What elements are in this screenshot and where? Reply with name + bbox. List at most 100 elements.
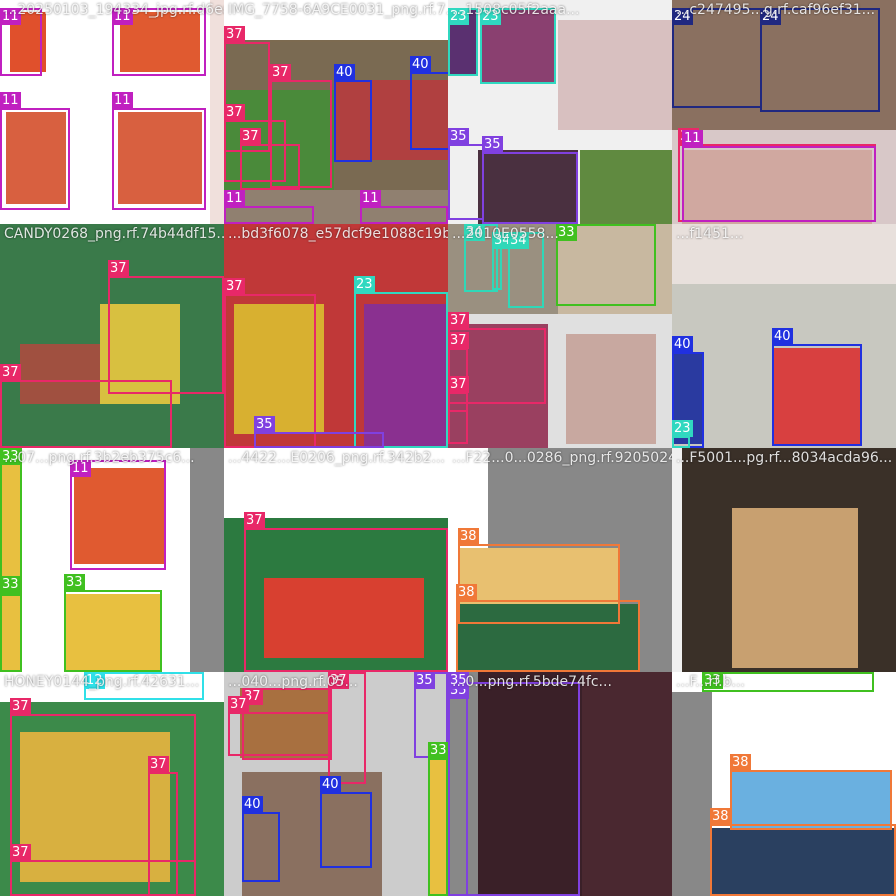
image-tile-t13: 40 40 23 ...f1451... — [672, 224, 896, 448]
class-label: 37 — [224, 104, 245, 121]
bbox-class-11: 11 — [112, 8, 206, 76]
class-label: 37 — [0, 364, 21, 381]
class-label: 37 — [10, 844, 31, 861]
class-label: 40 — [242, 796, 263, 813]
photo-region — [672, 448, 682, 672]
image-tile-t01: 37 37 37 37 40 40 11 11 IMG_7758-6A9CE0031_png.r… — [224, 0, 448, 224]
class-label: 37 — [270, 64, 291, 81]
tile-filename: IMG_7758-6A9CE0031_png.rf.7... — [228, 2, 448, 18]
photo-region — [566, 334, 656, 444]
bbox-class-38: 38 — [730, 754, 892, 830]
class-label: 37 — [448, 312, 469, 329]
class-label: 23 — [672, 420, 693, 437]
tile-filename: ...4422...E0206_png.rf.342b2... — [228, 450, 445, 466]
bbox-class-33: 33 — [0, 576, 22, 672]
class-label: 35 — [448, 128, 469, 145]
image-tile-t10: 37 37 CANDY0268_png.rf.74b44df15... — [0, 224, 224, 448]
photo-region — [210, 0, 224, 224]
photo-region — [558, 20, 672, 130]
tile-filename: ...bd3f6078_e57dcf9e1088c19b9... — [228, 226, 448, 242]
class-label: 37 — [244, 512, 265, 529]
photo-region — [190, 448, 224, 672]
bbox-class-24: 24 — [760, 8, 880, 112]
bbox-class-33: 33 — [0, 448, 22, 596]
bbox-class-34: 34 — [508, 232, 544, 308]
bbox-class-38: 38 — [710, 808, 896, 896]
class-label: 35 — [254, 416, 275, 433]
photo-region — [732, 508, 858, 668]
class-label: 37 — [108, 260, 129, 277]
class-label: 35 — [482, 136, 503, 153]
bbox-class-11: 11 — [360, 190, 448, 224]
bbox-class-40: 40 — [334, 64, 372, 162]
bbox-class-33: 33 — [556, 224, 656, 306]
class-label: 33 — [556, 224, 577, 241]
bbox-class-11: 11 — [682, 130, 876, 222]
image-tile-t21: 37 ...4422...E0206_png.rf.342b2... — [224, 448, 448, 672]
class-label: 23 — [354, 276, 375, 293]
bbox-class-11: 11 — [0, 92, 70, 210]
bbox-class-11: 11 — [0, 8, 42, 76]
bbox-class-37: 37 — [0, 364, 172, 448]
class-label: 33 — [428, 742, 448, 759]
class-label: 11 — [682, 130, 703, 147]
class-label: 37 — [224, 278, 245, 295]
bbox-class-40: 40 — [320, 776, 372, 868]
class-label: 38 — [730, 754, 751, 771]
bbox-class-40: 40 — [410, 56, 448, 150]
bbox-class-35: 35 — [448, 672, 469, 896]
photo-region — [672, 692, 712, 896]
class-label: 11 — [360, 190, 381, 207]
bbox-class-23: 23 — [480, 8, 556, 84]
bbox-class-33: 33 — [64, 574, 162, 672]
image-tile-t33: 33 38 38 ...F...rf.b... — [672, 672, 896, 896]
bbox-class-23: 23 — [354, 276, 448, 448]
class-label: 37 — [10, 698, 31, 715]
class-label: 11 — [0, 92, 21, 109]
tile-filename: ...1508c05f2aaa... — [452, 2, 580, 18]
detection-mosaic: 11111111...20250103_194334_jpg.rf.d6eaa.… — [0, 0, 896, 896]
tile-filename: ...F22...0...0286_png.rf.9205024a6... — [452, 450, 672, 466]
image-tile-t11: 37 23 35 ...bd3f6078_e57dcf9e1088c19b9... — [224, 224, 448, 448]
class-label: 37 — [148, 756, 169, 773]
bbox-class-33: 33 — [428, 742, 448, 896]
bbox-class-37: 37 — [10, 844, 196, 896]
image-tile-t31: 37 37 37 40 40 35 33 ...040...png.rf.05... — [224, 672, 448, 896]
image-tile-t30: 37 37 37 12 HONEY0144_png.rf.42631... — [0, 672, 224, 896]
bbox-class-37: 37 — [228, 696, 332, 756]
class-label: 38 — [710, 808, 731, 825]
class-label: 40 — [410, 56, 431, 73]
class-label: 11 — [224, 190, 245, 207]
image-tile-t20: 33 33 11 33 ...07...png.rf.3b2eb375c6... — [0, 448, 224, 672]
class-label: 38 — [458, 528, 479, 545]
class-label: 40 — [672, 336, 693, 353]
image-tile-t22: 38 38 ...F22...0...0286_png.rf.9205024a6..… — [448, 448, 672, 672]
class-label: 11 — [112, 92, 133, 109]
bbox-class-37: 37 — [240, 128, 300, 190]
bbox-class-11: 11 — [70, 460, 166, 570]
tile-filename: ...F5001...pg.rf...8034acda96... — [676, 450, 893, 466]
image-tile-t03: 24243711...c247495...g.rf.caf96ef31... — [672, 0, 896, 224]
class-label: 40 — [772, 328, 793, 345]
tile-filename: ...20250103_194334_jpg.rf.d6eaa... — [4, 2, 224, 18]
class-label: 35 — [414, 672, 435, 689]
bbox-class-37: 37 — [448, 376, 469, 444]
photo-region — [582, 672, 672, 896]
tile-filename: ...0...png.rf.5bde74fc... — [452, 674, 612, 690]
bbox-class-23: 23 — [672, 420, 693, 448]
bbox-class-24: 24 — [672, 8, 762, 108]
bbox-class-35: 35 — [482, 136, 578, 224]
class-label: 38 — [456, 584, 477, 601]
bbox-class-37: 37 — [108, 260, 224, 394]
image-tile-t00: 11111111...20250103_194334_jpg.rf.d6eaa.… — [0, 0, 224, 224]
bbox-class-40: 40 — [772, 328, 862, 446]
tile-filename: CANDY0268_png.rf.74b44df15... — [4, 226, 224, 242]
bbox-class-11: 11 — [112, 92, 206, 210]
image-tile-t02: 23 23 35 35 ...1508c05f2aaa... — [448, 0, 672, 224]
tile-filename: ...07...png.rf.3b2eb375c6... — [4, 450, 195, 466]
bbox-class-11: 11 — [224, 190, 314, 224]
bbox-class-35: 35 — [448, 128, 484, 220]
tile-filename: ...f1451... — [676, 226, 744, 242]
class-label: 37 — [228, 696, 249, 713]
class-label: 33 — [64, 574, 85, 591]
